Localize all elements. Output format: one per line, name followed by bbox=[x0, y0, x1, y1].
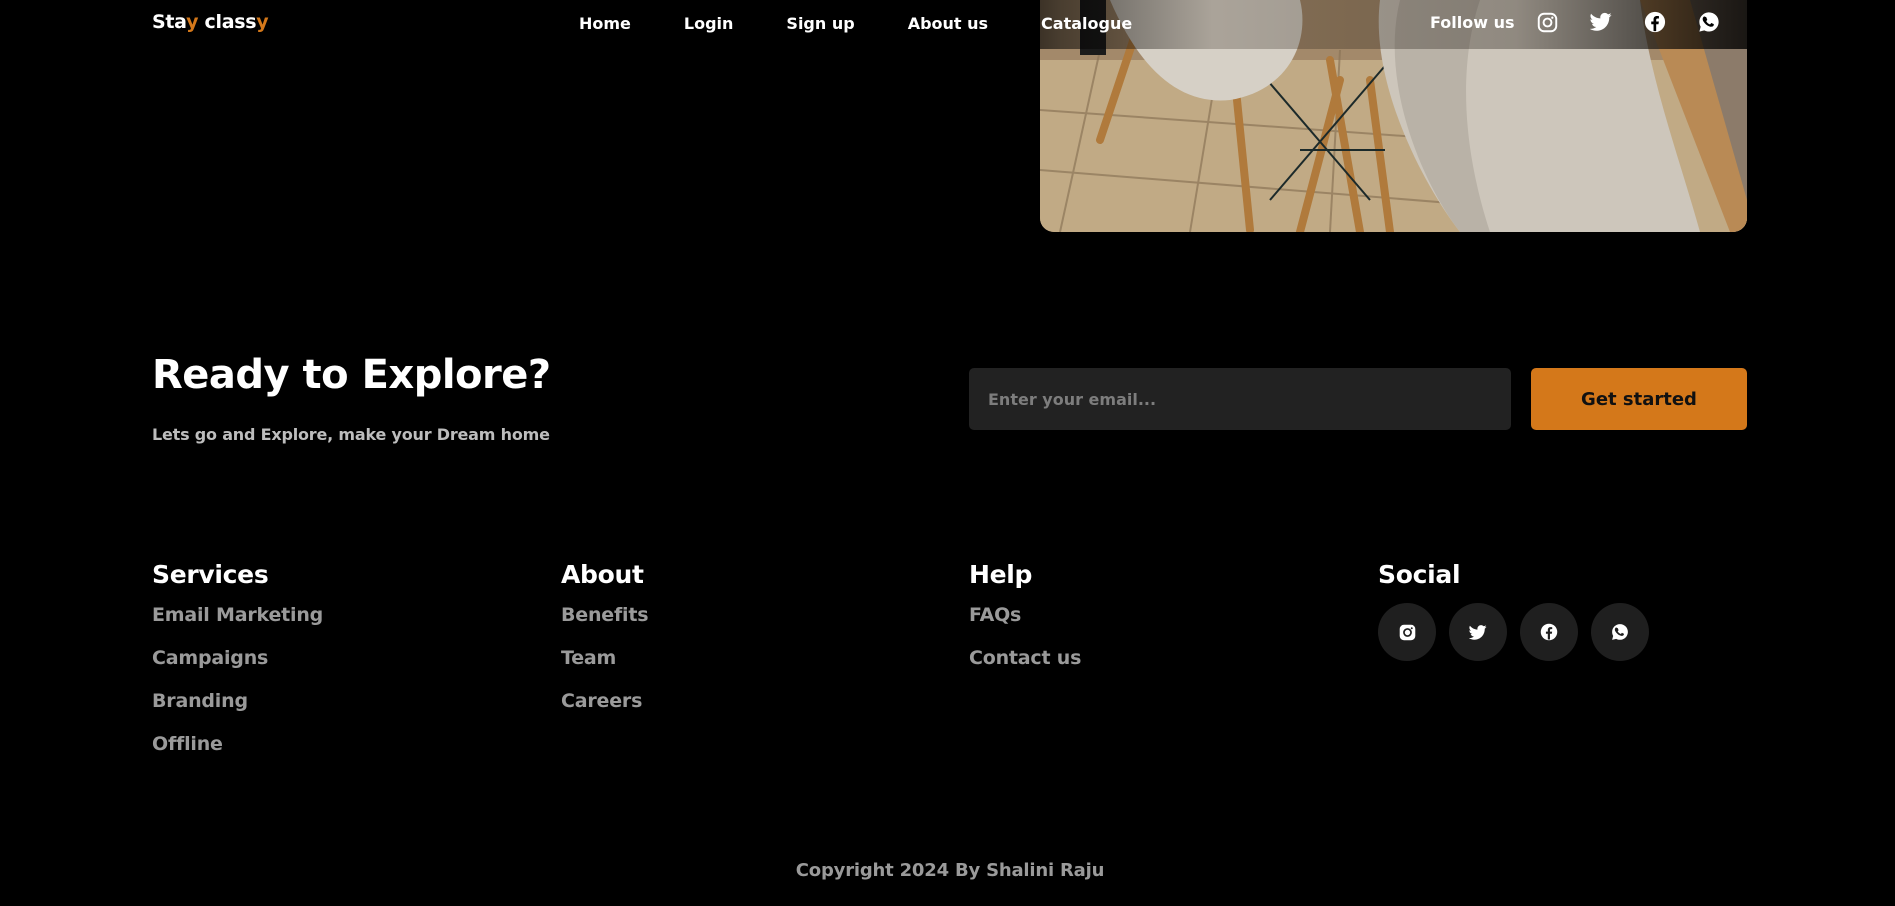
nav-link-login[interactable]: Login bbox=[684, 14, 734, 33]
copyright-text: Copyright 2024 By Shalini Raju bbox=[795, 860, 1105, 881]
get-started-button[interactable]: Get started bbox=[1531, 368, 1747, 430]
cta-subtitle: Lets go and Explore, make your Dream hom… bbox=[152, 425, 550, 444]
navbar: Stay classy Home Login Sign up About us … bbox=[0, 0, 1895, 49]
footer-link-team[interactable]: Team bbox=[561, 645, 648, 688]
footer-link-faqs[interactable]: FAQs bbox=[969, 602, 1081, 645]
logo-accent-letter: y bbox=[186, 11, 199, 33]
footer-link-branding[interactable]: Branding bbox=[152, 688, 323, 731]
nav-link-signup[interactable]: Sign up bbox=[786, 14, 854, 33]
facebook-icon[interactable] bbox=[1520, 603, 1578, 661]
footer-link-campaigns[interactable]: Campaigns bbox=[152, 645, 323, 688]
instagram-icon[interactable] bbox=[1536, 11, 1558, 33]
whatsapp-icon[interactable] bbox=[1698, 11, 1720, 33]
logo[interactable]: Stay classy bbox=[152, 11, 269, 33]
footer-social-icons bbox=[1378, 603, 1649, 661]
footer-link-benefits[interactable]: Benefits bbox=[561, 602, 649, 645]
footer-services: Services Email Marketing Campaigns Brand… bbox=[152, 560, 323, 774]
footer-help: Help FAQs Contact us bbox=[969, 560, 1081, 688]
footer-social: Social bbox=[1378, 560, 1649, 661]
nav-link-catalogue[interactable]: Catalogue bbox=[1041, 14, 1132, 33]
logo-part: Sta bbox=[152, 11, 187, 33]
footer-heading-social: Social bbox=[1378, 560, 1461, 589]
footer-heading-services: Services bbox=[152, 560, 269, 589]
nav-link-about[interactable]: About us bbox=[908, 14, 988, 33]
cta-title: Ready to Explore? bbox=[152, 352, 551, 398]
nav-social-icons bbox=[1536, 11, 1720, 33]
footer-about: About Benefits Team Careers bbox=[561, 560, 649, 731]
follow-us-label: Follow us bbox=[1430, 13, 1515, 32]
logo-accent-letter: y bbox=[256, 11, 269, 33]
footer-link-contact[interactable]: Contact us bbox=[969, 645, 1081, 688]
footer-heading-help: Help bbox=[969, 560, 1033, 589]
email-input[interactable] bbox=[969, 368, 1511, 430]
footer-link-offline[interactable]: Offline bbox=[152, 731, 323, 774]
nav-links: Home Login Sign up About us Catalogue bbox=[579, 14, 1185, 33]
footer-link-email-marketing[interactable]: Email Marketing bbox=[152, 602, 323, 645]
twitter-icon[interactable] bbox=[1590, 11, 1612, 33]
whatsapp-icon[interactable] bbox=[1591, 603, 1649, 661]
footer-heading-about: About bbox=[561, 560, 644, 589]
footer-link-careers[interactable]: Careers bbox=[561, 688, 648, 731]
instagram-icon[interactable] bbox=[1378, 603, 1436, 661]
facebook-icon[interactable] bbox=[1644, 11, 1666, 33]
twitter-icon[interactable] bbox=[1449, 603, 1507, 661]
logo-part: class bbox=[198, 11, 257, 33]
nav-link-home[interactable]: Home bbox=[579, 14, 631, 33]
